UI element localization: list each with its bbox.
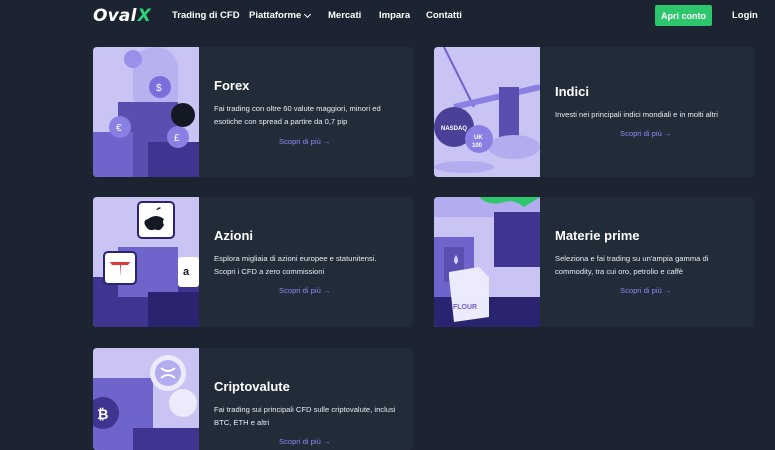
card-title: Criptovalute: [214, 379, 290, 394]
card-title: Indici: [555, 84, 589, 99]
open-account-button[interactable]: Apri conto: [655, 5, 712, 26]
bitcoin-icon: ₿: [97, 406, 108, 422]
svg-text:£: £: [174, 133, 180, 144]
nav-mercati[interactable]: Mercati: [328, 10, 361, 21]
card-description: Seleziona e fai trading su un'ampia gamm…: [555, 254, 709, 276]
chevron-down-icon: [304, 10, 312, 18]
ovalx-logo[interactable]: Oval X: [93, 5, 151, 27]
card-title: Materie prime: [555, 228, 640, 243]
crypto-illustration: ₿: [93, 348, 199, 450]
market-card-materie-prime[interactable]: FLOUR Materie prime Seleziona e fai trad…: [434, 197, 754, 327]
nav-impara[interactable]: Impara: [379, 10, 410, 21]
nav-trading-di-cfd[interactable]: Trading di CFD: [172, 10, 240, 21]
card-description: Fai trading con oltre 60 valute maggiori…: [214, 104, 381, 126]
nasdaq-label: NASDAQ: [441, 126, 467, 132]
learn-more-link[interactable]: Scopri di più →: [620, 286, 672, 295]
commodities-illustration: FLOUR: [434, 197, 540, 327]
top-navigation-bar: Oval X Trading di CFD Piattaforme Mercati…: [0, 0, 775, 32]
indices-illustration: NASDAQ UK 100: [434, 47, 540, 177]
nav-piattaforme[interactable]: Piattaforme: [249, 10, 312, 21]
nav-contatti[interactable]: Contatti: [426, 10, 462, 21]
market-card-azioni[interactable]: a Azioni Esplora migliaia di azioni euro…: [93, 197, 413, 327]
market-card-forex[interactable]: $ € £ Forex Fai trading con oltre 60 val…: [93, 47, 413, 177]
logo-text: Oval: [93, 6, 137, 26]
flour-label: FLOUR: [453, 304, 477, 311]
card-title: Azioni: [214, 228, 253, 243]
card-description: Esplora migliaia di azioni europee e sta…: [214, 254, 377, 276]
stocks-illustration: a: [93, 197, 199, 327]
card-description: Fai trading sui principali CFD sulle cri…: [214, 405, 396, 427]
card-description: Investi nei principali indici mondiali e…: [555, 110, 718, 119]
svg-text:$: $: [156, 83, 162, 94]
svg-text:€: €: [116, 123, 122, 134]
login-link[interactable]: Login: [732, 10, 758, 21]
learn-more-link[interactable]: Scopri di più →: [620, 129, 672, 138]
uk-label: UK: [474, 135, 483, 141]
learn-more-link[interactable]: Scopri di più →: [279, 437, 331, 446]
market-card-criptovalute[interactable]: ₿ Criptovalute Fai trading sui principal…: [93, 348, 413, 450]
market-card-indici[interactable]: NASDAQ UK 100 Indici Investi nei princip…: [434, 47, 754, 177]
uk-100-label: 100: [472, 143, 483, 149]
card-title: Forex: [214, 78, 250, 93]
amazon-logo-icon: a: [183, 266, 190, 278]
forex-illustration: $ € £: [93, 47, 199, 177]
learn-more-link[interactable]: Scopri di più →: [279, 286, 331, 295]
learn-more-link[interactable]: Scopri di più →: [279, 137, 331, 146]
logo-accent: X: [137, 6, 151, 26]
